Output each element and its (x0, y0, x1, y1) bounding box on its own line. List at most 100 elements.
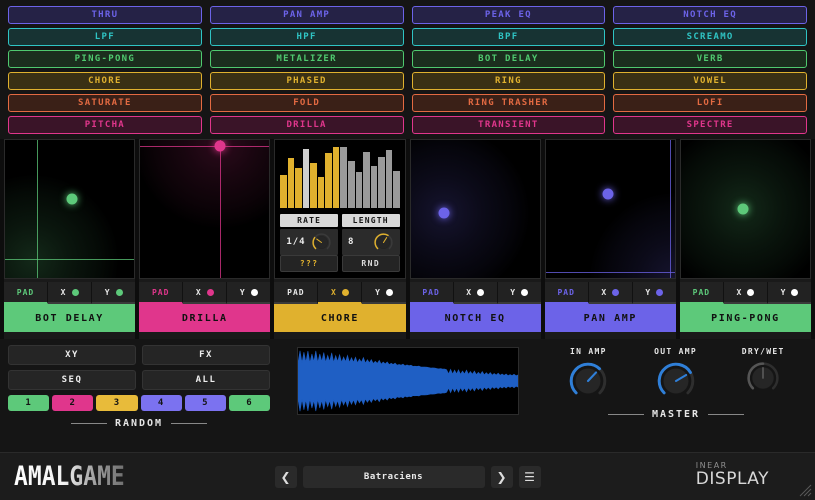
pad-handle[interactable] (67, 194, 78, 205)
effect-button-phased[interactable]: PHASED (210, 72, 404, 90)
effect-button-fold[interactable]: FOLD (210, 94, 404, 112)
module-tab-x[interactable]: X (589, 282, 633, 304)
module-tab-y-indicator-icon[interactable] (386, 289, 393, 296)
random-mode-all[interactable]: ALL (142, 370, 270, 390)
module-tab-x-indicator-icon[interactable] (747, 289, 754, 296)
module-tab-y[interactable]: Y (227, 282, 270, 304)
preset-next-icon[interactable]: ❯ (491, 466, 513, 488)
module-name-button[interactable]: PAN AMP (545, 304, 676, 332)
effect-button-transient[interactable]: TRANSIENT (412, 116, 606, 134)
module-tab-pad[interactable]: PAD (274, 282, 318, 304)
effect-button-lofi[interactable]: LOFI (613, 94, 807, 112)
module-tab-x-indicator-icon[interactable] (207, 289, 214, 296)
sequencer-step[interactable] (288, 158, 295, 208)
effect-button-chore[interactable]: CHORE (8, 72, 202, 90)
effect-button-ring-trasher[interactable]: RING TRASHER (412, 94, 606, 112)
pad-handle[interactable] (439, 208, 450, 219)
effect-button-metalizer[interactable]: METALIZER (210, 50, 404, 68)
module-tab-x[interactable]: X (48, 282, 92, 304)
module-tab-pad[interactable]: PAD (410, 282, 454, 304)
module-tab-y[interactable]: Y (498, 282, 541, 304)
resize-grip-icon[interactable] (798, 483, 812, 497)
effect-button-bpf[interactable]: BPF (412, 28, 606, 46)
effect-button-peak-eq[interactable]: PEAK EQ (412, 6, 606, 24)
sequencer-step[interactable] (386, 150, 393, 208)
module-name-button[interactable]: CHORE (274, 304, 405, 332)
module-name-button[interactable]: NOTCH EQ (410, 304, 541, 332)
module-name-button[interactable]: PING-PONG (680, 304, 811, 332)
module-tab-x-indicator-icon[interactable] (477, 289, 484, 296)
effect-button-ring[interactable]: RING (412, 72, 606, 90)
sequencer-step[interactable] (310, 163, 317, 208)
module-tab-y-indicator-icon[interactable] (251, 289, 258, 296)
module-tab-pad[interactable]: PAD (139, 282, 183, 304)
xy-pad[interactable] (139, 139, 270, 279)
xy-pad[interactable] (4, 139, 135, 279)
module-tab-x-indicator-icon[interactable] (342, 289, 349, 296)
random-mode-xy[interactable]: XY (8, 345, 136, 365)
effect-button-notch-eq[interactable]: NOTCH EQ (613, 6, 807, 24)
sequencer-step[interactable] (325, 153, 332, 208)
sequencer-rate-knob[interactable] (311, 232, 332, 253)
menu-icon[interactable]: ☰ (519, 466, 541, 488)
pad-handle[interactable] (602, 188, 613, 199)
xy-pad[interactable] (545, 139, 676, 279)
module-tab-y-indicator-icon[interactable] (521, 289, 528, 296)
effect-button-lpf[interactable]: LPF (8, 28, 202, 46)
pad-handle[interactable] (215, 140, 226, 151)
sequencer-step[interactable] (318, 177, 325, 208)
sequencer-step[interactable] (340, 147, 347, 208)
module-name-button[interactable]: DRILLA (139, 304, 270, 332)
sequencer-step[interactable] (295, 168, 302, 208)
pad-handle[interactable] (737, 204, 748, 215)
effect-button-pitcha[interactable]: PITCHA (8, 116, 202, 134)
sequencer-step[interactable] (393, 171, 400, 208)
sequencer-randomize-pattern-button[interactable]: ??? (280, 255, 338, 272)
preset-prev-icon[interactable]: ❮ (275, 466, 297, 488)
random-slot-3[interactable]: 3 (96, 395, 137, 411)
effect-button-vowel[interactable]: VOWEL (613, 72, 807, 90)
effect-button-spectre[interactable]: SPECTRE (613, 116, 807, 134)
random-slot-6[interactable]: 6 (229, 395, 270, 411)
effect-button-ping-pong[interactable]: PING-PONG (8, 50, 202, 68)
random-slot-4[interactable]: 4 (141, 395, 182, 411)
module-tab-y-indicator-icon[interactable] (791, 289, 798, 296)
effect-button-pan-amp[interactable]: PAN AMP (210, 6, 404, 24)
effect-button-verb[interactable]: VERB (613, 50, 807, 68)
sequencer-step[interactable] (378, 157, 385, 208)
module-tab-y-indicator-icon[interactable] (116, 289, 123, 296)
sequencer-length-value-row[interactable]: 8 (342, 229, 400, 255)
module-tab-x[interactable]: X (318, 282, 362, 304)
module-tab-y-indicator-icon[interactable] (656, 289, 663, 296)
random-mode-seq[interactable]: SEQ (8, 370, 136, 390)
module-tab-x[interactable]: X (454, 282, 498, 304)
effect-button-drilla[interactable]: DRILLA (210, 116, 404, 134)
sequencer-step[interactable] (303, 149, 310, 208)
effect-button-bot-delay[interactable]: BOT DELAY (412, 50, 606, 68)
xy-pad[interactable] (680, 139, 811, 279)
module-tab-y[interactable]: Y (633, 282, 676, 304)
sequencer-step[interactable] (333, 147, 340, 208)
module-tab-x-indicator-icon[interactable] (612, 289, 619, 296)
sequencer-step[interactable] (371, 166, 378, 208)
module-name-button[interactable]: BOT DELAY (4, 304, 135, 332)
sequencer-step[interactable] (356, 172, 363, 208)
module-tab-pad[interactable]: PAD (680, 282, 724, 304)
module-tab-pad[interactable]: PAD (545, 282, 589, 304)
sequencer-step[interactable] (348, 161, 355, 208)
random-slot-2[interactable]: 2 (52, 395, 93, 411)
module-tab-x-indicator-icon[interactable] (72, 289, 79, 296)
preset-name-field[interactable]: Batraciens (303, 466, 485, 488)
random-mode-fx[interactable]: FX (142, 345, 270, 365)
effect-button-saturate[interactable]: SATURATE (8, 94, 202, 112)
module-tab-pad[interactable]: PAD (4, 282, 48, 304)
sequencer-step[interactable] (280, 175, 287, 208)
master-knob-dial[interactable] (745, 360, 781, 396)
xy-pad[interactable] (410, 139, 541, 279)
waveform-display[interactable] (297, 347, 519, 415)
master-knob-dial[interactable] (567, 360, 609, 402)
master-knob-dial[interactable] (655, 360, 697, 402)
effect-button-thru[interactable]: THRU (8, 6, 202, 24)
sequencer-rate-value-row[interactable]: 1/4 (280, 229, 338, 255)
sequencer-rnd-button[interactable]: RND (342, 255, 400, 272)
